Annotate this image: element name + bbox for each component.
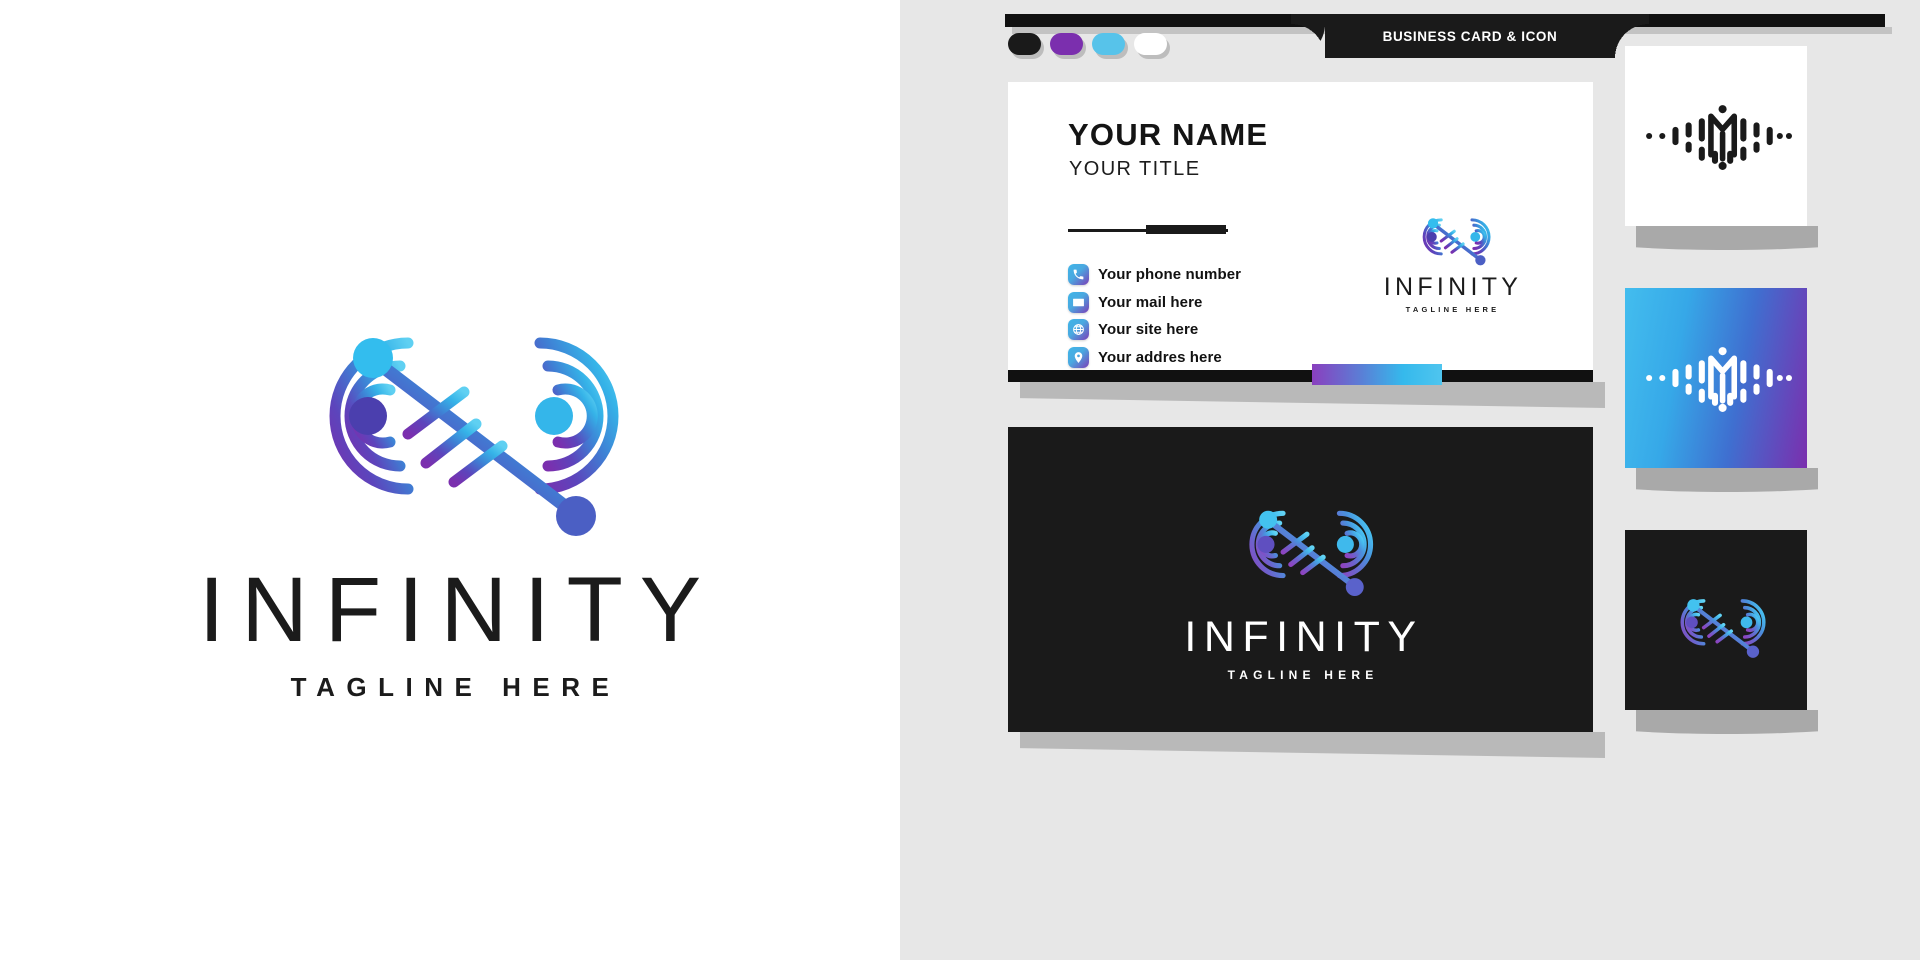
- poster-canvas: INFINITY TAGLINE HERE BUSINESS CARD & IC…: [0, 0, 1920, 960]
- swatch-white: [1134, 33, 1167, 55]
- infinity-circuit-logo-icon: [329, 337, 619, 536]
- mail-icon: [1068, 291, 1089, 313]
- soundwave-m-icon-light: [1646, 105, 1792, 170]
- card-back-wordmark: INFINITY: [1184, 613, 1424, 661]
- icon-variant-dark: [1625, 530, 1807, 710]
- card-front-accent-stripe: [1312, 364, 1442, 385]
- primary-logo-lockup: INFINITY TAGLINE HERE: [0, 0, 900, 960]
- infinity-circuit-logo-icon-dark: [1248, 510, 1373, 597]
- primary-wordmark: INFINITY: [198, 558, 719, 661]
- icon-variant-light: [1625, 46, 1807, 226]
- card-logo-tagline: TAGLINE HERE: [1405, 305, 1500, 314]
- contact-text-phone: Your phone number: [1098, 266, 1242, 283]
- swatch-cyan: [1092, 33, 1125, 55]
- infinity-circuit-logo-icon-card: [1422, 218, 1491, 266]
- left-logo-panel: INFINITY TAGLINE HERE: [0, 0, 900, 960]
- card-person-title: YOUR TITLE: [1069, 158, 1201, 180]
- header-banner-label: BUSINESS CARD & ICON: [1382, 28, 1558, 44]
- primary-tagline: TAGLINE HERE: [290, 671, 621, 702]
- contact-row-site: Your site here: [1068, 319, 1241, 340]
- globe-icon: [1068, 319, 1089, 340]
- icon-box-2-shadow: [1636, 468, 1818, 492]
- card-person-name: YOUR NAME: [1068, 117, 1269, 152]
- card-divider-thick: [1146, 225, 1226, 234]
- right-presentation-panel: BUSINESS CARD & ICON YOUR NAME YOUR TITL…: [900, 0, 1920, 960]
- card-logo-lockup: INFINITY TAGLINE HERE: [1371, 200, 1531, 314]
- card-back-tagline: TAGLINE HERE: [1227, 668, 1379, 682]
- card-contact-list: Your phone number Your mail here Your si…: [1068, 264, 1241, 368]
- color-swatch-row: [1008, 33, 1167, 55]
- header-banner: BUSINESS CARD & ICON: [1291, 14, 1649, 58]
- contact-text-site: Your site here: [1098, 321, 1199, 338]
- card-front-bottom-bar: [1008, 370, 1593, 382]
- phone-icon: [1068, 264, 1089, 285]
- card-back-shadow: [1020, 732, 1605, 758]
- location-pin-icon: [1068, 346, 1089, 368]
- business-card-front: YOUR NAME YOUR TITLE Your phone number Y…: [1008, 82, 1593, 377]
- contact-text-address: Your addres here: [1098, 348, 1222, 366]
- swatch-purple: [1050, 33, 1083, 55]
- contact-row-address: Your addres here: [1068, 346, 1241, 368]
- contact-row-mail: Your mail here: [1068, 291, 1241, 313]
- swatch-black: [1008, 33, 1041, 55]
- infinity-circuit-icon-dark-box: [1680, 599, 1766, 658]
- icon-box-1-shadow: [1636, 226, 1818, 250]
- icon-box-3-shadow: [1636, 710, 1818, 734]
- soundwave-m-icon-gradient: [1646, 347, 1792, 412]
- contact-row-phone: Your phone number: [1068, 264, 1241, 285]
- card-front-shadow: [1020, 382, 1605, 408]
- icon-variant-gradient: [1625, 288, 1807, 468]
- business-card-back: INFINITY TAGLINE HERE: [1008, 427, 1593, 732]
- contact-text-mail: Your mail here: [1098, 293, 1203, 311]
- card-logo-wordmark: INFINITY: [1383, 273, 1523, 301]
